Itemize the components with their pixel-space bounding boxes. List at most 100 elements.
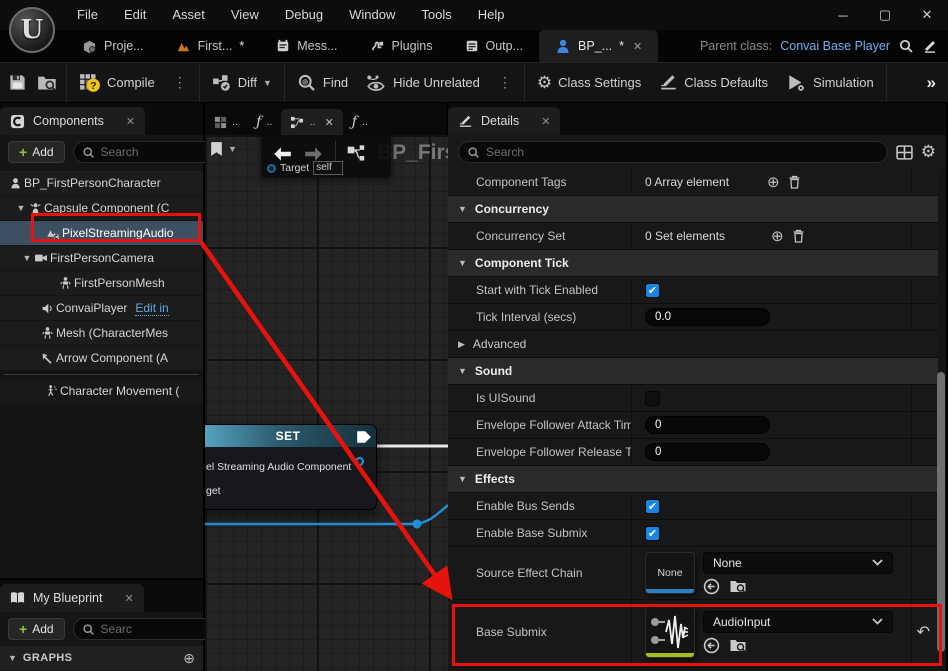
- clear-array-icon[interactable]: [788, 175, 801, 189]
- menu-window[interactable]: Window: [336, 0, 408, 30]
- tab-plugins[interactable]: Plugins: [354, 30, 449, 62]
- nav-forward-icon[interactable]: [303, 146, 325, 162]
- envelope-release-input[interactable]: [645, 443, 770, 461]
- object-output-pin[interactable]: [355, 457, 364, 466]
- graph-tab-function-1[interactable]: ƒ ..: [247, 109, 281, 135]
- close-panel-icon[interactable]: ✕: [124, 592, 133, 605]
- components-panel-tab[interactable]: Components ✕: [0, 107, 145, 135]
- compile-button[interactable]: ? Compile: [75, 73, 159, 93]
- audio-component-icon: [44, 227, 62, 240]
- component-row-convaiplayer[interactable]: ConvaiPlayer Edit in: [0, 296, 203, 320]
- window-close-button[interactable]: ✕: [920, 7, 934, 23]
- menu-help[interactable]: Help: [465, 0, 518, 30]
- clear-set-icon[interactable]: [792, 229, 805, 243]
- my-blueprint-panel-tab[interactable]: My Blueprint ✕: [0, 584, 144, 612]
- menu-debug[interactable]: Debug: [272, 0, 336, 30]
- browse-to-asset-icon[interactable]: [729, 578, 748, 594]
- component-row-mesh[interactable]: Mesh (CharacterMes: [0, 321, 203, 345]
- base-submix-dropdown[interactable]: AudioInput: [703, 611, 893, 633]
- target-value-box[interactable]: self: [313, 161, 343, 175]
- use-selected-asset-icon[interactable]: [703, 637, 720, 654]
- graph-tab-eventgraph[interactable]: .. ✕: [281, 109, 342, 135]
- checkbox[interactable]: ✔: [645, 499, 660, 514]
- compile-options-icon[interactable]: ⋮: [169, 74, 191, 91]
- details-search-input[interactable]: [486, 145, 879, 159]
- add-graph-icon[interactable]: ⊕: [183, 650, 195, 667]
- asset-thumbnail-none[interactable]: None: [645, 552, 695, 594]
- component-row-firstpersonmesh[interactable]: FirstPersonMesh: [0, 271, 203, 295]
- class-settings-button[interactable]: ⚙ Class Settings: [533, 73, 645, 93]
- graph-tab-function-2[interactable]: ƒ ..: [343, 109, 377, 135]
- envelope-attack-input[interactable]: [645, 416, 770, 434]
- add-set-element-icon[interactable]: ⊕: [771, 227, 784, 245]
- simulation-button[interactable]: Simulation: [782, 74, 878, 92]
- component-row-bp-firstpersoncharacter[interactable]: BP_FirstPersonCharacter: [0, 171, 203, 195]
- bookmarks-button[interactable]: ▼: [210, 141, 237, 157]
- graph-canvas[interactable]: BP_Firs ▼ Target self SET: [205, 135, 448, 671]
- checkbox[interactable]: ✔: [645, 283, 660, 298]
- browse-to-asset-icon[interactable]: [729, 637, 748, 653]
- set-node[interactable]: SET el Streaming Audio Component get: [205, 424, 377, 510]
- menu-file[interactable]: File: [64, 0, 111, 30]
- tab-output-log[interactable]: Outp...: [449, 30, 540, 62]
- reset-to-default-icon[interactable]: ↶: [917, 622, 930, 642]
- checkbox[interactable]: ✔: [645, 391, 660, 406]
- close-tab-icon[interactable]: ✕: [325, 116, 334, 129]
- display-options-icon[interactable]: [896, 145, 913, 160]
- close-panel-icon[interactable]: ✕: [541, 115, 550, 128]
- checkbox[interactable]: ✔: [645, 526, 660, 541]
- save-icon[interactable]: [8, 73, 27, 92]
- component-row-capsule[interactable]: ▼ Capsule Component (C: [0, 196, 203, 220]
- use-selected-asset-icon[interactable]: [703, 578, 720, 595]
- nav-back-icon[interactable]: [271, 146, 293, 162]
- source-effect-chain-dropdown[interactable]: None: [703, 552, 893, 574]
- edit-pencil-icon[interactable]: [922, 38, 938, 54]
- expand-caret-icon[interactable]: ▼: [16, 203, 26, 213]
- menu-tools[interactable]: Tools: [408, 0, 464, 30]
- section-effects[interactable]: ▼ Effects: [448, 466, 938, 493]
- details-search[interactable]: [458, 141, 888, 163]
- class-defaults-button[interactable]: Class Defaults: [655, 74, 772, 91]
- browse-asset-icon[interactable]: [37, 73, 58, 92]
- add-component-button[interactable]: + Add: [8, 141, 65, 163]
- details-scrollbar[interactable]: [937, 372, 945, 652]
- close-panel-icon[interactable]: ✕: [126, 115, 135, 128]
- tab-blueprint[interactable]: BP_... * ✕: [539, 30, 658, 62]
- diff-button[interactable]: Diff ▼: [208, 74, 276, 92]
- component-row-character-movement[interactable]: Character Movement (: [0, 379, 203, 403]
- component-row-pixelstreamingaudio[interactable]: PixelStreamingAudio: [0, 221, 203, 245]
- search-icon[interactable]: [898, 38, 914, 54]
- tab-project[interactable]: Proje...: [66, 30, 160, 62]
- parent-class-link[interactable]: Convai Base Player: [780, 39, 890, 53]
- hide-unrelated-button[interactable]: Hide Unrelated: [362, 74, 484, 92]
- component-row-arrow[interactable]: Arrow Component (A: [0, 346, 203, 370]
- exec-output-pin[interactable]: [356, 430, 372, 444]
- section-concurrency[interactable]: ▼ Concurrency: [448, 196, 938, 223]
- advanced-expander[interactable]: ▶ Advanced: [448, 331, 938, 358]
- menu-view[interactable]: View: [218, 0, 272, 30]
- menu-edit[interactable]: Edit: [111, 0, 159, 30]
- close-tab-icon[interactable]: ✕: [633, 40, 642, 53]
- section-sound[interactable]: ▼ Sound: [448, 358, 938, 385]
- hide-unrelated-options-icon[interactable]: ⋮: [494, 74, 516, 91]
- asset-thumbnail-audioinput[interactable]: [645, 606, 695, 658]
- edit-in-link[interactable]: Edit in: [135, 301, 168, 316]
- find-button[interactable]: ⊕ Find: [293, 73, 352, 92]
- menu-asset[interactable]: Asset: [159, 0, 218, 30]
- details-panel-tab[interactable]: Details ✕: [448, 107, 560, 135]
- add-blueprint-item-button[interactable]: + Add: [8, 618, 65, 640]
- section-component-tick[interactable]: ▼ Component Tick: [448, 250, 938, 277]
- graphs-section-header[interactable]: ▼ GRAPHS ⊕: [0, 646, 203, 670]
- tick-interval-input[interactable]: [645, 308, 770, 326]
- expand-caret-icon[interactable]: ▼: [22, 253, 32, 263]
- window-maximize-button[interactable]: ▢: [878, 7, 892, 23]
- component-row-firstpersoncamera[interactable]: ▼ FirstPersonCamera: [0, 246, 203, 270]
- tab-messages[interactable]: Mess...: [260, 30, 353, 62]
- add-array-element-icon[interactable]: ⊕: [767, 173, 780, 191]
- toolbar-overflow-button[interactable]: »: [927, 73, 948, 93]
- window-minimize-button[interactable]: ─: [836, 8, 850, 23]
- details-settings-icon[interactable]: ⚙: [921, 142, 936, 162]
- graph-tab-viewport[interactable]: ..: [205, 109, 247, 135]
- tab-level[interactable]: First...*: [160, 30, 261, 62]
- compile-icon: ?: [79, 73, 101, 93]
